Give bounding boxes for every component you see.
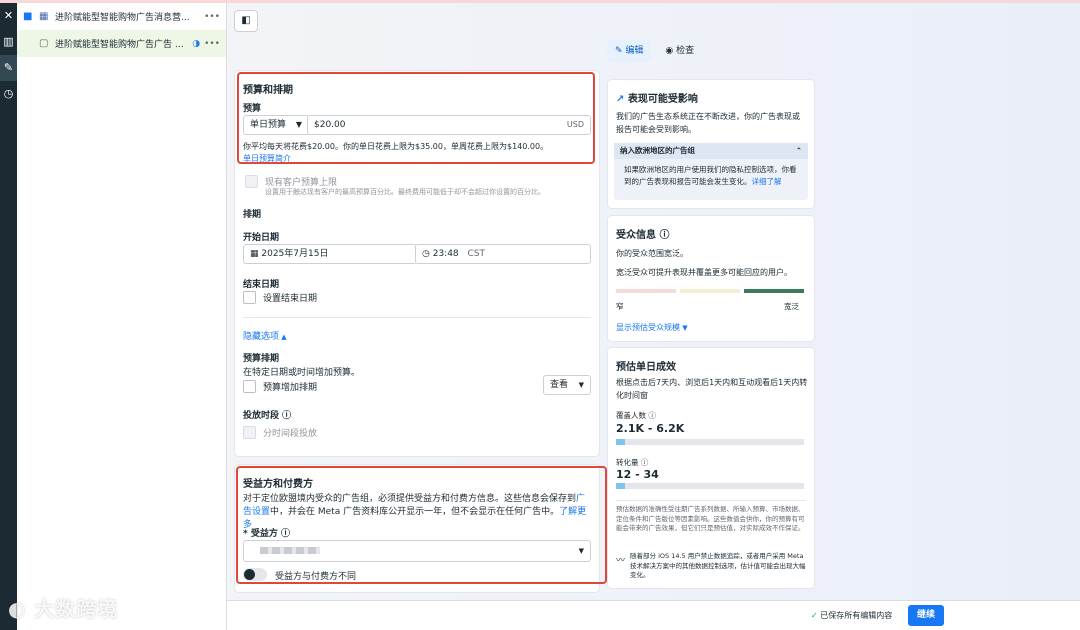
schedule-label: 排期 (243, 210, 262, 220)
performance-card: ↗ 表现可能受影响 我们的广告生态系统正在不断改进，你的广告表现或报告可能会受到… (608, 80, 814, 208)
narrow-label: 窄 (616, 302, 624, 311)
start-date-input[interactable]: ▦ 2025年7月15日 (243, 244, 417, 264)
hide-options-link[interactable]: 隐藏选项 ▲ (243, 329, 287, 342)
conversion-bar-fill (616, 483, 626, 489)
sidebar-toggle-button[interactable]: ◧ (234, 10, 258, 32)
calendar-icon: ▦ (250, 249, 262, 259)
dayparting-checkbox[interactable] (243, 426, 256, 439)
mode-switcher: ✎ 编辑 ◉ 检查 (607, 40, 702, 62)
budget-increase-checkbox[interactable] (243, 380, 256, 393)
conversion-label: 转化量 ⓘ (616, 458, 649, 467)
eu-adsets-desc: 如果欧洲地区的用户使用我们的隐私控制选项，你看到的广告表现和报告可能会发生变化。… (624, 165, 797, 186)
audience-line1: 你的受众范围宽泛。 (616, 249, 688, 258)
footer-bar: ✓ 已保存所有编辑内容 继续 (227, 600, 1080, 630)
audience-title: 受众信息 ⓘ (616, 230, 670, 241)
dayparting-label: 分时间段投放 (263, 429, 318, 439)
campaign-tree: ■ ▦ 进阶赋能型智能购物广告消息营... ••• ▢ 进阶赋能型智能购物广告广… (17, 3, 227, 630)
budget-schedule-label: 预算排期 (243, 354, 280, 364)
ios-warning-icon: 〰 (616, 556, 626, 566)
audience-line2: 宽泛受众可提升表现并覆盖更多可能回应的用户。 (616, 268, 792, 277)
tree-item-ad[interactable]: ▢ 进阶赋能型智能购物广告广告 2... ◑ ••• (17, 30, 226, 57)
reach-value: 2.1K - 6.2K (616, 422, 685, 435)
set-end-date-label: 设置结束日期 (263, 294, 318, 304)
performance-title: ↗ 表现可能受影响 (616, 94, 698, 105)
start-time-input[interactable]: ◷ 23:48 CST (415, 244, 591, 264)
performance-desc: 我们的广告生态系统正在不断改进，你的广告表现或报告可能会受到影响。 (616, 112, 800, 134)
budget-highlight-box (237, 72, 595, 164)
watermark-logo-icon: ◐ (8, 597, 35, 621)
info-icon: ⓘ (638, 458, 649, 467)
audience-gauge (616, 289, 804, 293)
history-icon[interactable]: ◷ (0, 81, 17, 107)
show-estimate-link[interactable]: 显示预估受众规模 ▼ (616, 322, 688, 333)
more-icon[interactable]: ••• (204, 39, 220, 49)
review-mode-button[interactable]: ◉ 检查 (657, 40, 702, 62)
audience-card: 受众信息 ⓘ 你的受众范围宽泛。 宽泛受众可提升表现并覆盖更多可能回应的用户。 … (608, 216, 814, 341)
beneficiary-highlight-box (236, 466, 607, 584)
half-circle-icon: ◑ (192, 38, 201, 49)
caret-down-icon: ▼ (578, 381, 584, 389)
ad-name: 进阶赋能型智能购物广告广告 2... (55, 40, 189, 50)
broad-label: 宽泛 (784, 302, 799, 311)
divider (243, 317, 591, 318)
document-icon: ▢ (39, 38, 49, 49)
chevron-up-icon: ⌃ (795, 146, 802, 155)
estimate-desc: 根据点击后7天内、浏览后1天内和互动观看后1天内转化时间窗 (616, 378, 808, 400)
left-rail: ✕ ▥ ✎ ◷ (0, 3, 17, 630)
saved-status: ✓ 已保存所有编辑内容 (811, 611, 893, 620)
existing-cap-checkbox[interactable] (245, 175, 258, 188)
existing-cap-desc: 设置用于触达现有客户的最高预算百分比。最终费用可能低于却不会超过你设置的百分比。 (265, 188, 545, 196)
estimate-card: 预估单日成效 根据点击后7天内、浏览后1天内和互动观看后1天内转化时间窗 覆盖人… (608, 348, 814, 588)
budget-schedule-desc: 在特定日期或时间增加预算。 (243, 368, 361, 378)
conversion-bar (616, 483, 804, 489)
estimate-note: 预估数据的准确性受往期广告系列数据、所输入预算、市场数据、定位条件和广告版位等因… (616, 505, 805, 532)
pencil-icon: ✎ (615, 46, 626, 56)
reach-bar (616, 439, 804, 445)
info-icon: ⓘ (656, 230, 670, 241)
estimate-title: 预估单日成效 (616, 362, 676, 373)
reach-label: 覆盖人数 ⓘ (616, 411, 656, 420)
clock-icon: ◷ (422, 249, 433, 259)
conversion-value: 12 - 34 (616, 468, 659, 481)
trend-icon: ↗ (616, 94, 628, 105)
start-date-label: 开始日期 (243, 233, 280, 243)
chart-icon[interactable]: ▥ (0, 29, 17, 55)
grid-icon: ▦ (39, 11, 49, 22)
continue-button[interactable]: 继续 (908, 605, 944, 626)
eu-adsets-header[interactable]: 纳入欧洲地区的广告组 ⌃ (614, 143, 808, 159)
view-select[interactable]: 查看 ▼ (543, 375, 591, 395)
delivery-time-label: 投放时段 ⓘ (243, 411, 292, 421)
watermark: ◐ 大数跨境 (8, 597, 119, 621)
set-end-date-checkbox[interactable] (243, 291, 256, 304)
main-area: ◧ ✎ 编辑 ◉ 检查 预算和排期 预算 单日预算 ▼ $20.00 USD 你… (227, 3, 1080, 630)
info-icon: ⓘ (279, 411, 292, 421)
edit-icon[interactable]: ✎ (0, 55, 17, 81)
eye-icon: ◉ (665, 46, 677, 56)
tree-item-campaign[interactable]: ■ ▦ 进阶赋能型智能购物广告消息营... ••• (17, 3, 226, 30)
info-icon: ⓘ (646, 411, 656, 420)
eu-learn-more-link[interactable]: 详细了解 (752, 177, 782, 186)
ios-note: 随着部分 iOS 14.5 用户禁止数据追踪，或者用户采用 Meta 技术解决方… (630, 552, 806, 579)
budget-increase-label: 预算增加排期 (263, 383, 318, 393)
caret-up-icon: ▲ (279, 333, 287, 341)
more-icon[interactable]: ••• (204, 12, 220, 22)
reach-bar-fill (616, 439, 626, 445)
divider (616, 500, 806, 501)
folder-icon: ■ (23, 11, 33, 22)
eu-adsets-panel: 纳入欧洲地区的广告组 ⌃ 如果欧洲地区的用户使用我们的隐私控制选项，你看到的广告表… (614, 143, 808, 200)
close-icon[interactable]: ✕ (0, 3, 17, 29)
caret-down-icon: ▼ (680, 324, 688, 332)
end-date-label: 结束日期 (243, 280, 280, 290)
campaign-name: 进阶赋能型智能购物广告消息营... (55, 13, 190, 23)
check-icon: ✓ (811, 611, 821, 620)
edit-mode-button[interactable]: ✎ 编辑 (607, 40, 652, 62)
